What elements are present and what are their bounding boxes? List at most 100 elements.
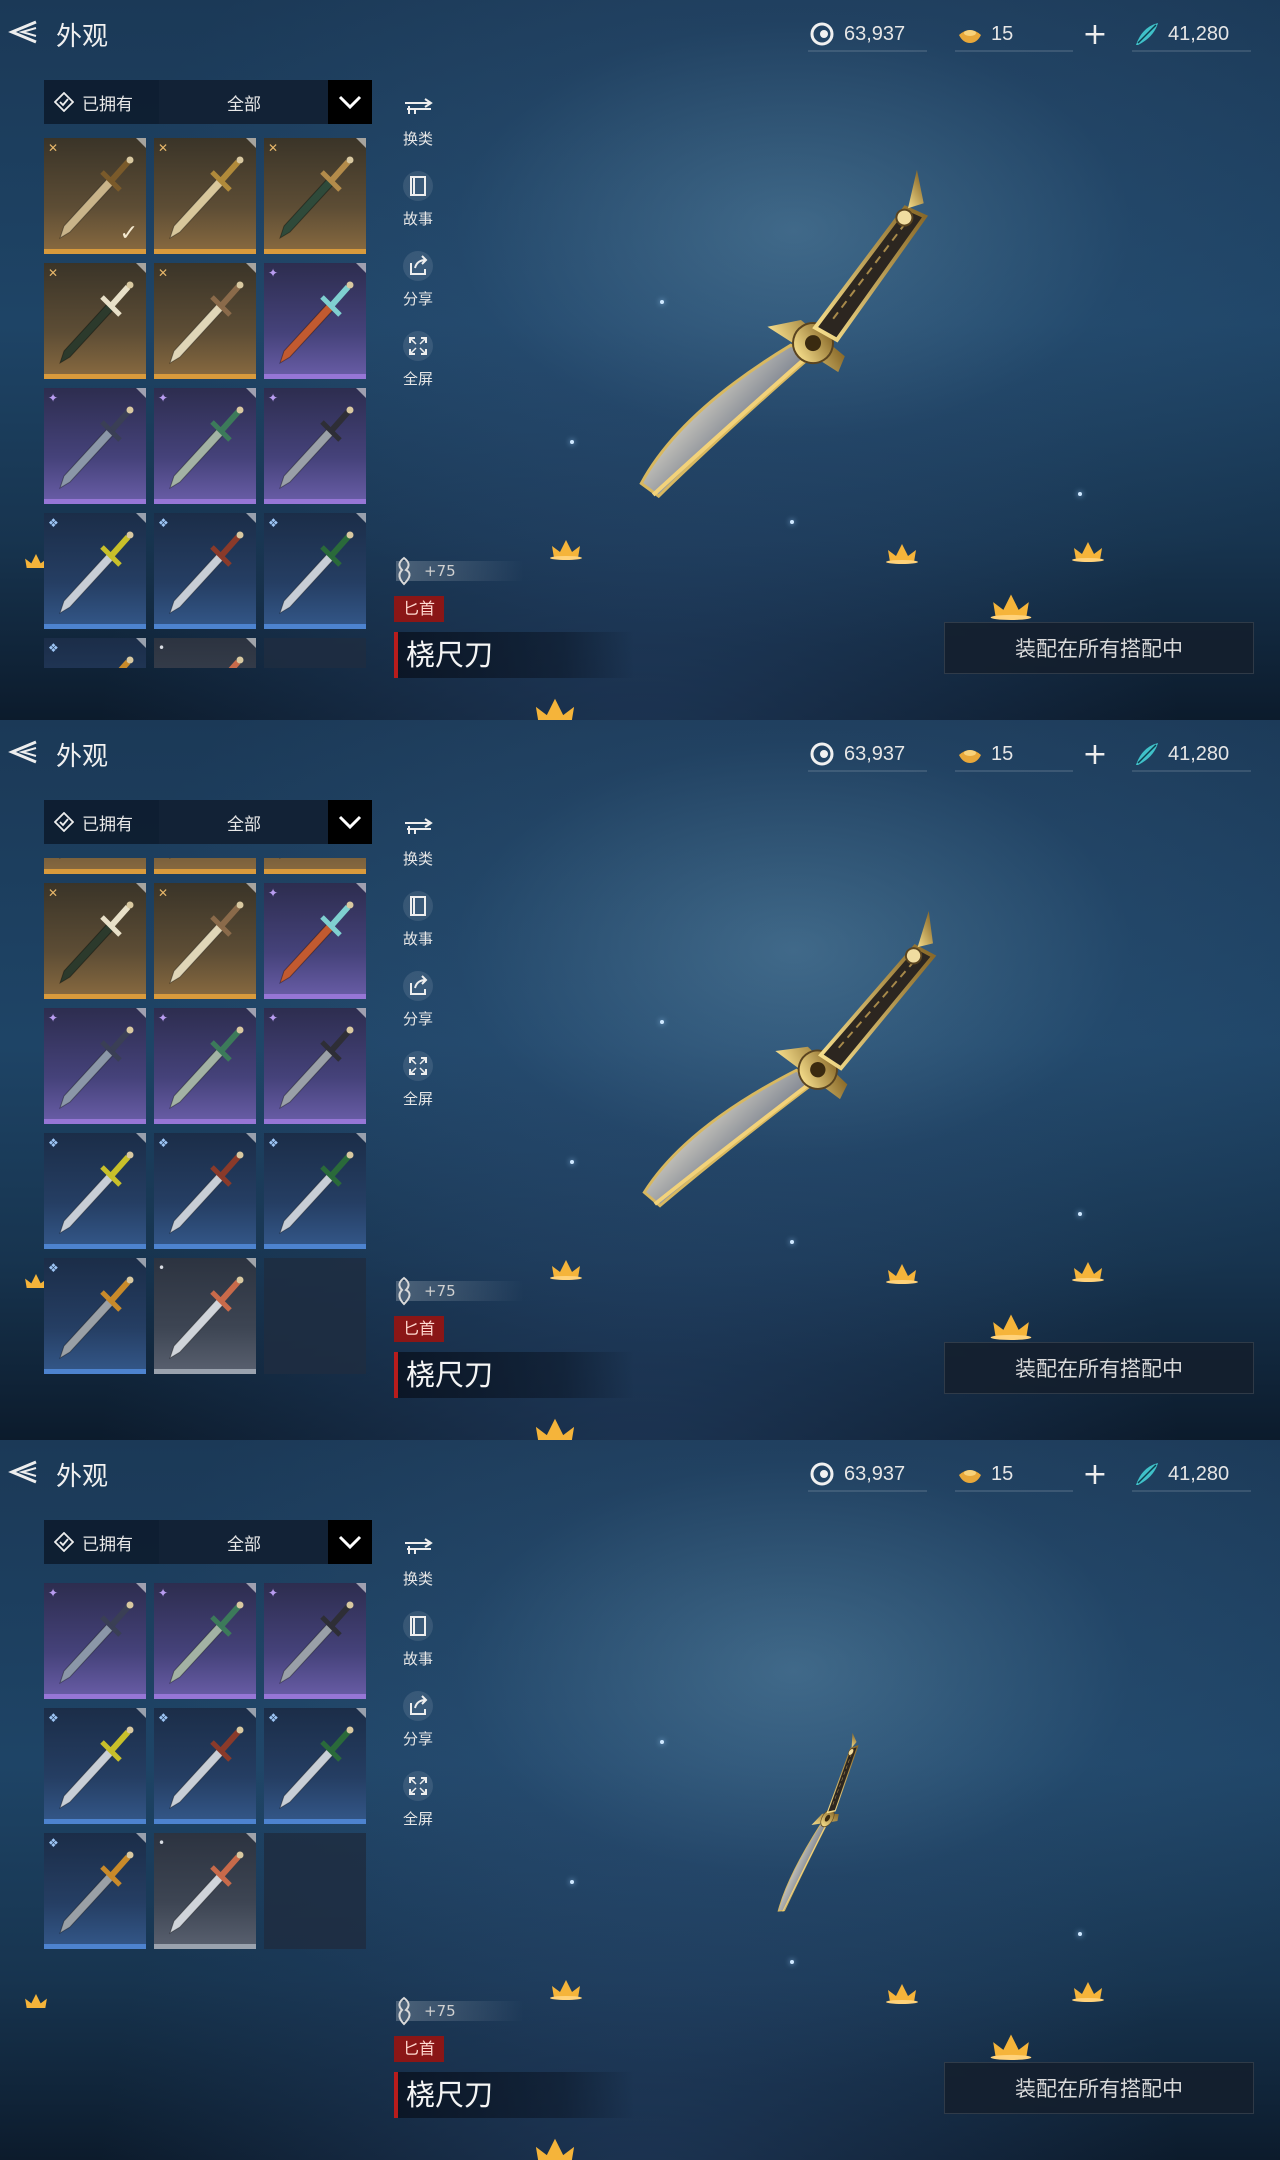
- appearance-item[interactable]: ❖: [154, 513, 256, 629]
- tool-fullscreen[interactable]: 全屏: [390, 1046, 446, 1109]
- tool-share[interactable]: 分享: [390, 966, 446, 1029]
- tool-fullscreen[interactable]: 全屏: [390, 326, 446, 389]
- equip-all-button[interactable]: 装配在所有搭配中: [944, 2062, 1254, 2114]
- appearance-item[interactable]: ✦: [154, 1008, 256, 1124]
- dagger-icon: [279, 1601, 354, 1685]
- appearance-item[interactable]: ✕: [44, 883, 146, 999]
- owned-filter-toggle[interactable]: 已拥有: [54, 1520, 133, 1564]
- lotus-lantern-icon: [535, 698, 575, 720]
- spirit-amount: 63,937: [844, 22, 906, 45]
- appearance-item[interactable]: ✕: [264, 138, 366, 254]
- currency-underline: [1132, 1490, 1252, 1492]
- appearance-item[interactable]: ✕: [44, 263, 146, 379]
- weapon-preview[interactable]: [561, 877, 1040, 1277]
- appearance-item[interactable]: ✕: [154, 883, 256, 999]
- appearance-item[interactable]: ❖: [264, 1708, 366, 1824]
- tool-fullscreen[interactable]: 全屏: [390, 1766, 446, 1829]
- currency-jade[interactable]: 41,280: [1132, 738, 1252, 772]
- weapon-preview[interactable]: [549, 136, 1041, 567]
- appearance-item[interactable]: ✕: [154, 138, 256, 254]
- appearance-grid[interactable]: ✕✕✕✕✕✦✦✦✦❖❖❖❖•: [44, 1578, 372, 2108]
- appearance-item[interactable]: ❖: [44, 1708, 146, 1824]
- appearance-item[interactable]: ❖: [44, 1258, 146, 1374]
- equip-all-button[interactable]: 装配在所有搭配中: [944, 622, 1254, 674]
- appearance-item[interactable]: ❖: [264, 1133, 366, 1249]
- appearance-item[interactable]: ✦: [264, 1583, 366, 1699]
- owned-corner-icon: [246, 1583, 256, 1593]
- category-select[interactable]: 全部: [159, 800, 329, 844]
- currency-ingot[interactable]: 15: [955, 738, 1074, 772]
- currency-ingot[interactable]: 15: [955, 1458, 1074, 1492]
- owned-filter-label: 已拥有: [82, 814, 133, 835]
- appearance-item[interactable]: ✕: [154, 263, 256, 379]
- add-currency-button[interactable]: +: [1078, 17, 1112, 52]
- add-currency-button[interactable]: +: [1078, 737, 1112, 772]
- category-select[interactable]: 全部: [159, 80, 329, 124]
- appearance-item[interactable]: ❖: [44, 1833, 146, 1949]
- weapon-name: 桡尺刀: [394, 1352, 634, 1398]
- appearance-item[interactable]: ✦: [264, 883, 366, 999]
- add-currency-button[interactable]: +: [1078, 1457, 1112, 1492]
- appearance-item[interactable]: ✦: [44, 1008, 146, 1124]
- tool-story[interactable]: 故事: [390, 886, 446, 949]
- appearance-item[interactable]: ✦: [264, 263, 366, 379]
- appearance-item[interactable]: ✕: [264, 858, 366, 874]
- tool-share-label: 分享: [402, 1010, 433, 1028]
- tool-story-label: 故事: [402, 210, 433, 228]
- chevron-down-icon: [338, 95, 362, 110]
- appearance-item[interactable]: ✦: [154, 1583, 256, 1699]
- appearance-item[interactable]: ✦: [264, 1008, 366, 1124]
- appearance-item[interactable]: ✦: [264, 388, 366, 504]
- tool-story[interactable]: 故事: [390, 1606, 446, 1669]
- tool-fullscreen-label: 全屏: [402, 1090, 433, 1108]
- appearance-item[interactable]: ❖: [44, 1133, 146, 1249]
- appearance-item[interactable]: •: [154, 1258, 256, 1374]
- currency-spirit[interactable]: 63,937: [808, 18, 928, 52]
- currency-spirit[interactable]: 63,937: [808, 738, 928, 772]
- appearance-grid[interactable]: ✕ ✓ ✕ ✕ ✕ ✕ ✦ ✦ ✦ ✦ ❖ ❖ ❖ ❖ •: [44, 138, 372, 668]
- tool-swap-category[interactable]: 换类: [390, 1526, 446, 1589]
- appearance-item[interactable]: ✕: [154, 858, 256, 874]
- appearance-item[interactable]: ✦: [44, 388, 146, 504]
- dagger-icon: [169, 901, 244, 985]
- tool-story[interactable]: 故事: [390, 166, 446, 229]
- equip-all-button[interactable]: 装配在所有搭配中: [944, 1342, 1254, 1394]
- appearance-item[interactable]: ❖: [154, 1133, 256, 1249]
- owned-corner-icon: [136, 1133, 146, 1143]
- category-dropdown-button[interactable]: [328, 800, 372, 844]
- dagger-icon: [279, 406, 354, 490]
- appearance-item[interactable]: ✦: [154, 388, 256, 504]
- category-dropdown-button[interactable]: [328, 80, 372, 124]
- appearance-item[interactable]: •: [154, 1833, 256, 1949]
- owned-filter-toggle[interactable]: 已拥有: [54, 800, 133, 844]
- appearance-item[interactable]: ✦: [44, 1583, 146, 1699]
- back-icon[interactable]: [6, 14, 42, 50]
- tool-share[interactable]: 分享: [390, 1686, 446, 1749]
- weapon-preview[interactable]: [704, 1700, 941, 1951]
- chevron-down-icon: [338, 1535, 362, 1550]
- appearance-item[interactable]: ❖: [154, 1708, 256, 1824]
- owned-filter-toggle[interactable]: 已拥有: [54, 80, 133, 124]
- appearance-item[interactable]: ✕ ✓: [44, 138, 146, 254]
- rarity-stripe: [44, 994, 146, 999]
- category-select[interactable]: 全部: [159, 1520, 329, 1564]
- appearance-item[interactable]: •: [154, 638, 256, 668]
- appearance-item[interactable]: ❖: [264, 513, 366, 629]
- back-icon[interactable]: [6, 734, 42, 770]
- currency-jade[interactable]: 41,280: [1132, 1458, 1252, 1492]
- lotus-lantern-icon: [550, 1260, 582, 1280]
- back-icon[interactable]: [6, 1454, 42, 1490]
- tool-swap-category[interactable]: 换类: [390, 86, 446, 149]
- appearance-item[interactable]: ❖: [44, 513, 146, 629]
- appearance-item[interactable]: ❖: [44, 638, 146, 668]
- currency-jade[interactable]: 41,280: [1132, 18, 1252, 52]
- appearance-item[interactable]: ✕: [44, 858, 146, 874]
- category-dropdown-button[interactable]: [328, 1520, 372, 1564]
- dragon-emblem-icon: [398, 556, 411, 586]
- appearance-grid[interactable]: ✕✕✕✕✕✦✦✦✦❖❖❖❖•: [44, 858, 372, 1388]
- tool-share[interactable]: 分享: [390, 246, 446, 309]
- rarity-stripe: [264, 249, 366, 254]
- currency-ingot[interactable]: 15: [955, 18, 1074, 52]
- tool-swap-category[interactable]: 换类: [390, 806, 446, 869]
- currency-spirit[interactable]: 63,937: [808, 1458, 928, 1492]
